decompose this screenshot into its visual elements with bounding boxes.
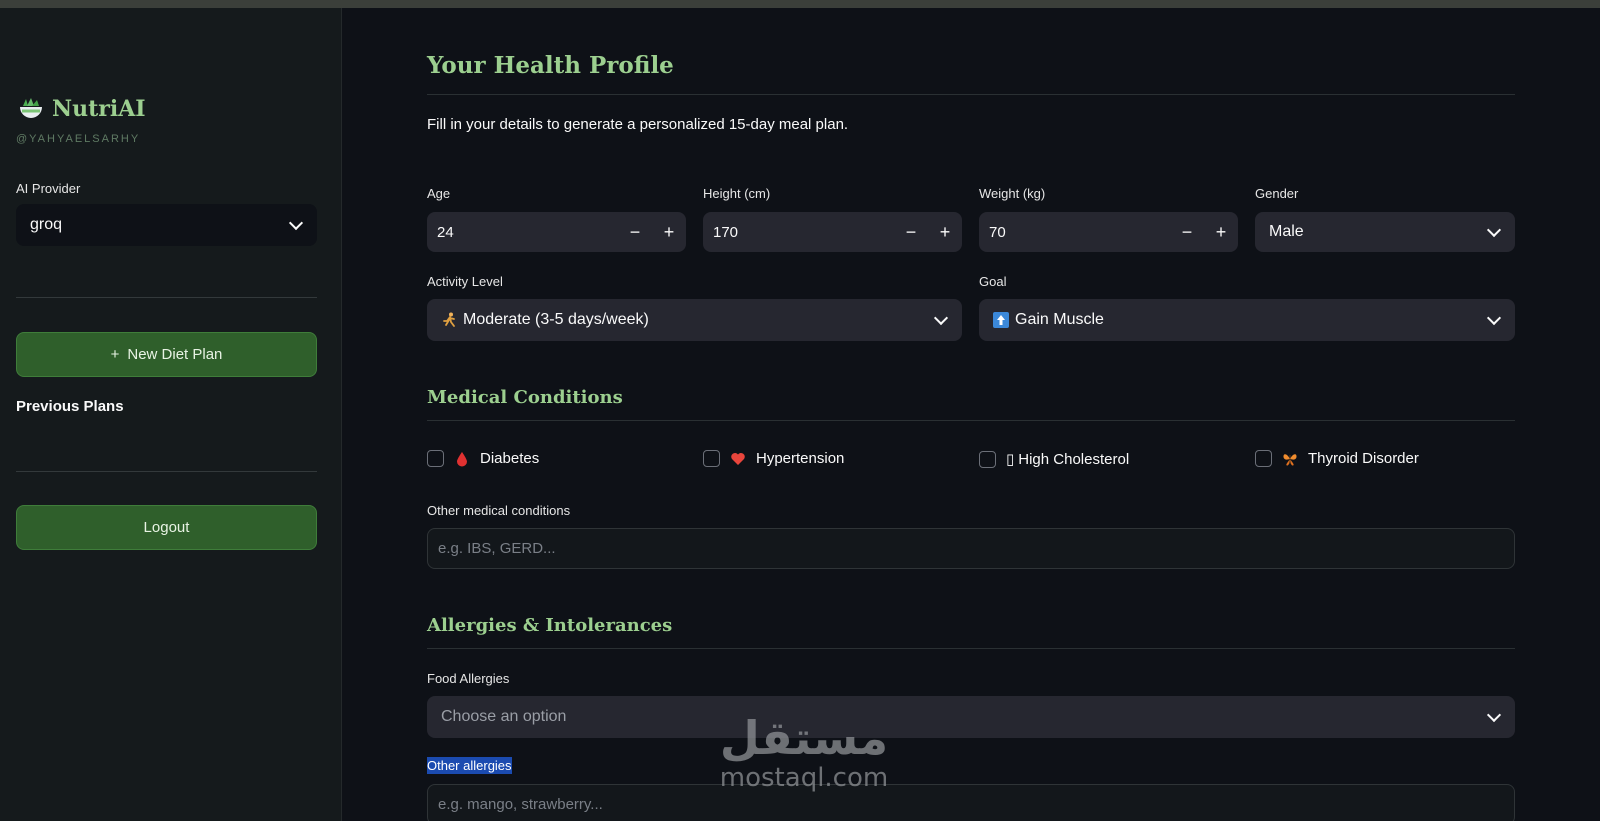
sidebar-divider [16, 297, 317, 298]
plus-icon: + [110, 346, 120, 363]
up-arrow-icon [993, 312, 1009, 328]
hypertension-label: Hypertension [756, 450, 845, 467]
previous-plans-heading: Previous Plans [16, 398, 124, 415]
activity-value: Moderate (3-5 days/week) [463, 311, 649, 328]
intro-text: Fill in your details to generate a perso… [427, 116, 849, 133]
height-increment-button[interactable]: + [928, 212, 962, 252]
chevron-down-icon [288, 215, 304, 231]
height-decrement-button[interactable]: − [894, 212, 928, 252]
other-allergies-label-text: Other allergies [427, 757, 512, 774]
thyroid-checkbox-row[interactable]: Thyroid Disorder [1255, 450, 1419, 467]
user-handle: @YAHYAELSARHY [16, 133, 141, 145]
weight-increment-button[interactable]: + [1204, 212, 1238, 252]
hypertension-checkbox-row[interactable]: Hypertension [703, 450, 844, 467]
new-diet-plan-label: New Diet Plan [127, 346, 223, 363]
cholesterol-checkbox[interactable] [979, 450, 996, 468]
hypertension-checkbox[interactable] [703, 450, 720, 467]
other-medical-placeholder: e.g. IBS, GERD... [438, 540, 556, 557]
weight-decrement-button[interactable]: − [1170, 212, 1204, 252]
other-allergies-placeholder: e.g. mango, strawberry... [438, 796, 603, 813]
missing-glyph-icon: ▯ [1006, 451, 1015, 468]
other-allergies-label: Other allergies [427, 757, 512, 774]
thyroid-label: Thyroid Disorder [1308, 450, 1419, 467]
height-label: Height (cm) [703, 186, 771, 201]
ai-provider-select[interactable]: groq [16, 204, 317, 246]
gender-value: Male [1269, 223, 1304, 240]
age-decrement-button[interactable]: − [618, 212, 652, 252]
gender-label: Gender [1255, 186, 1299, 201]
gender-select[interactable]: Male [1255, 212, 1515, 252]
watermark: مستقل mostaql.com [704, 712, 904, 792]
medical-conditions-heading: Medical Conditions [427, 387, 623, 408]
other-medical-input[interactable]: e.g. IBS, GERD... [427, 528, 1515, 569]
diabetes-checkbox-row[interactable]: Diabetes [427, 450, 539, 467]
section-divider [427, 648, 1515, 649]
cholesterol-label: High Cholesterol [1018, 450, 1130, 468]
goal-value: Gain Muscle [1015, 311, 1104, 328]
blood-drop-icon [454, 451, 470, 467]
goal-select[interactable]: Gain Muscle [979, 299, 1515, 341]
activity-label: Activity Level [427, 274, 503, 289]
food-allergies-placeholder: Choose an option [441, 708, 567, 725]
diabetes-checkbox[interactable] [427, 450, 444, 467]
brand-title: NutriAI [52, 96, 146, 122]
age-increment-button[interactable]: + [652, 212, 686, 252]
page-title: Your Health Profile [427, 52, 674, 79]
food-allergies-select[interactable]: Choose an option [427, 696, 1515, 738]
chevron-down-icon [1486, 707, 1502, 723]
new-diet-plan-button[interactable]: + New Diet Plan [16, 332, 317, 377]
goal-label: Goal [979, 274, 1007, 289]
allergies-heading: Allergies & Intolerances [427, 615, 673, 636]
ai-provider-label: AI Provider [16, 181, 81, 196]
cholesterol-checkbox-row[interactable]: ▯ High Cholesterol [979, 450, 1129, 468]
watermark-arabic: مستقل [719, 711, 889, 765]
title-divider [427, 94, 1515, 95]
weight-value: 70 [989, 223, 1006, 241]
chevron-down-icon [933, 310, 949, 326]
section-divider [427, 420, 1515, 421]
height-value: 170 [713, 223, 739, 241]
activity-select[interactable]: Moderate (3-5 days/week) [427, 299, 962, 341]
weight-input[interactable]: 70 − + [979, 212, 1238, 252]
sidebar-divider [16, 471, 317, 472]
weight-label: Weight (kg) [979, 186, 1046, 201]
chevron-down-icon [1486, 222, 1502, 238]
heart-icon [730, 451, 746, 467]
ai-provider-value: groq [30, 216, 63, 233]
chevron-down-icon [1486, 310, 1502, 326]
thyroid-checkbox[interactable] [1255, 450, 1272, 467]
age-value: 24 [437, 223, 454, 241]
height-input[interactable]: 170 − + [703, 212, 962, 252]
food-allergies-label: Food Allergies [427, 671, 510, 686]
diabetes-label: Diabetes [480, 450, 540, 467]
salad-bowl-icon [18, 96, 44, 122]
age-input[interactable]: 24 − + [427, 212, 686, 252]
age-label: Age [427, 186, 451, 201]
watermark-latin: mostaql.com [719, 763, 889, 793]
top-bar [0, 0, 1600, 8]
other-medical-label: Other medical conditions [427, 503, 571, 518]
other-allergies-input[interactable]: e.g. mango, strawberry... [427, 784, 1515, 821]
logout-label: Logout [143, 519, 190, 536]
logout-button[interactable]: Logout [16, 505, 317, 550]
butterfly-icon [1282, 451, 1298, 467]
sidebar: NutriAI @YAHYAELSARHY AI Provider groq +… [0, 8, 342, 821]
running-person-icon [441, 312, 457, 328]
brand: NutriAI [18, 96, 146, 122]
